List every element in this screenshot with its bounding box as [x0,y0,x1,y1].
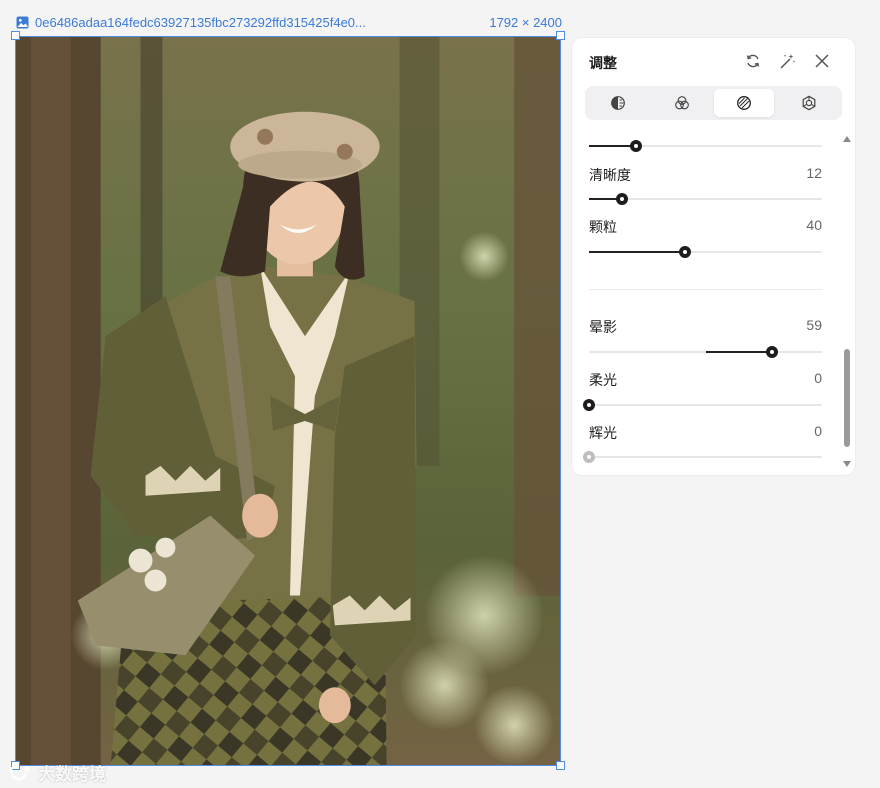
tab-effects[interactable] [714,89,774,117]
vignette-slider[interactable] [589,346,822,358]
slider-thumb[interactable] [765,346,778,358]
magic-wand-icon [779,53,795,69]
soft-light-label: 柔光 [589,372,617,388]
watermark-text: 大数跨境 [38,765,106,784]
adjust-panel: 调整 清晰度 12 颗粒 40 晕影 59 柔光 0 辉光 0 [572,38,855,475]
clarity-slider[interactable] [589,193,822,205]
panel-title: 调整 [589,55,617,71]
tab-light[interactable] [588,89,648,117]
section-divider [589,289,822,290]
reset-icon [746,54,760,68]
resize-handle-top-left[interactable] [11,31,20,40]
auto-enhance-button[interactable] [778,52,796,70]
file-name: 0e6486adaa164fedc63927135fbc273292ffd315… [35,14,366,30]
grain-label: 颗粒 [589,219,617,235]
glow-value[interactable]: 0 [814,423,822,439]
soft-light-value[interactable]: 0 [814,370,822,386]
soft-light-slider[interactable] [583,399,822,411]
watermark: 大数跨境 [8,760,106,785]
color-icon [675,96,689,110]
clarity-value[interactable]: 12 [806,165,822,181]
resize-handle-bottom-right[interactable] [556,761,565,770]
slider-thumb[interactable] [583,399,595,411]
glow-slider[interactable] [583,451,822,463]
vignette-label: 晕影 [589,319,617,335]
resize-handle-top-right[interactable] [556,31,565,40]
grain-value[interactable]: 40 [806,217,822,233]
light-icon [611,96,625,110]
photo [16,37,560,765]
watermark-logo-icon [9,765,30,780]
close-button[interactable] [813,52,831,70]
glow-label: 辉光 [589,425,617,441]
image-dimensions: 1792 × 2400 [489,14,562,30]
adjust-tabs [585,86,842,120]
effects-icon [737,96,751,110]
image-canvas[interactable] [15,36,561,766]
tab-color[interactable] [652,89,712,117]
slider-thumb[interactable] [615,193,628,205]
tab-detail[interactable] [779,89,839,117]
vignette-value[interactable]: 59 [806,317,822,333]
grain-slider[interactable] [589,246,822,258]
scroll-up-arrow-icon[interactable] [843,136,851,142]
slider-thumb[interactable] [629,140,642,152]
detail-icon [802,95,816,111]
slider-partial[interactable] [589,140,822,152]
close-icon [815,54,829,68]
scroll-down-arrow-icon[interactable] [843,461,851,467]
file-header: 0e6486adaa164fedc63927135fbc273292ffd315… [16,12,562,32]
slider-thumb[interactable] [678,246,691,258]
clarity-label: 清晰度 [589,167,631,183]
image-icon [16,16,29,29]
scrollbar-thumb[interactable] [844,349,850,447]
reset-button[interactable] [744,52,762,70]
slider-thumb[interactable] [583,451,595,463]
